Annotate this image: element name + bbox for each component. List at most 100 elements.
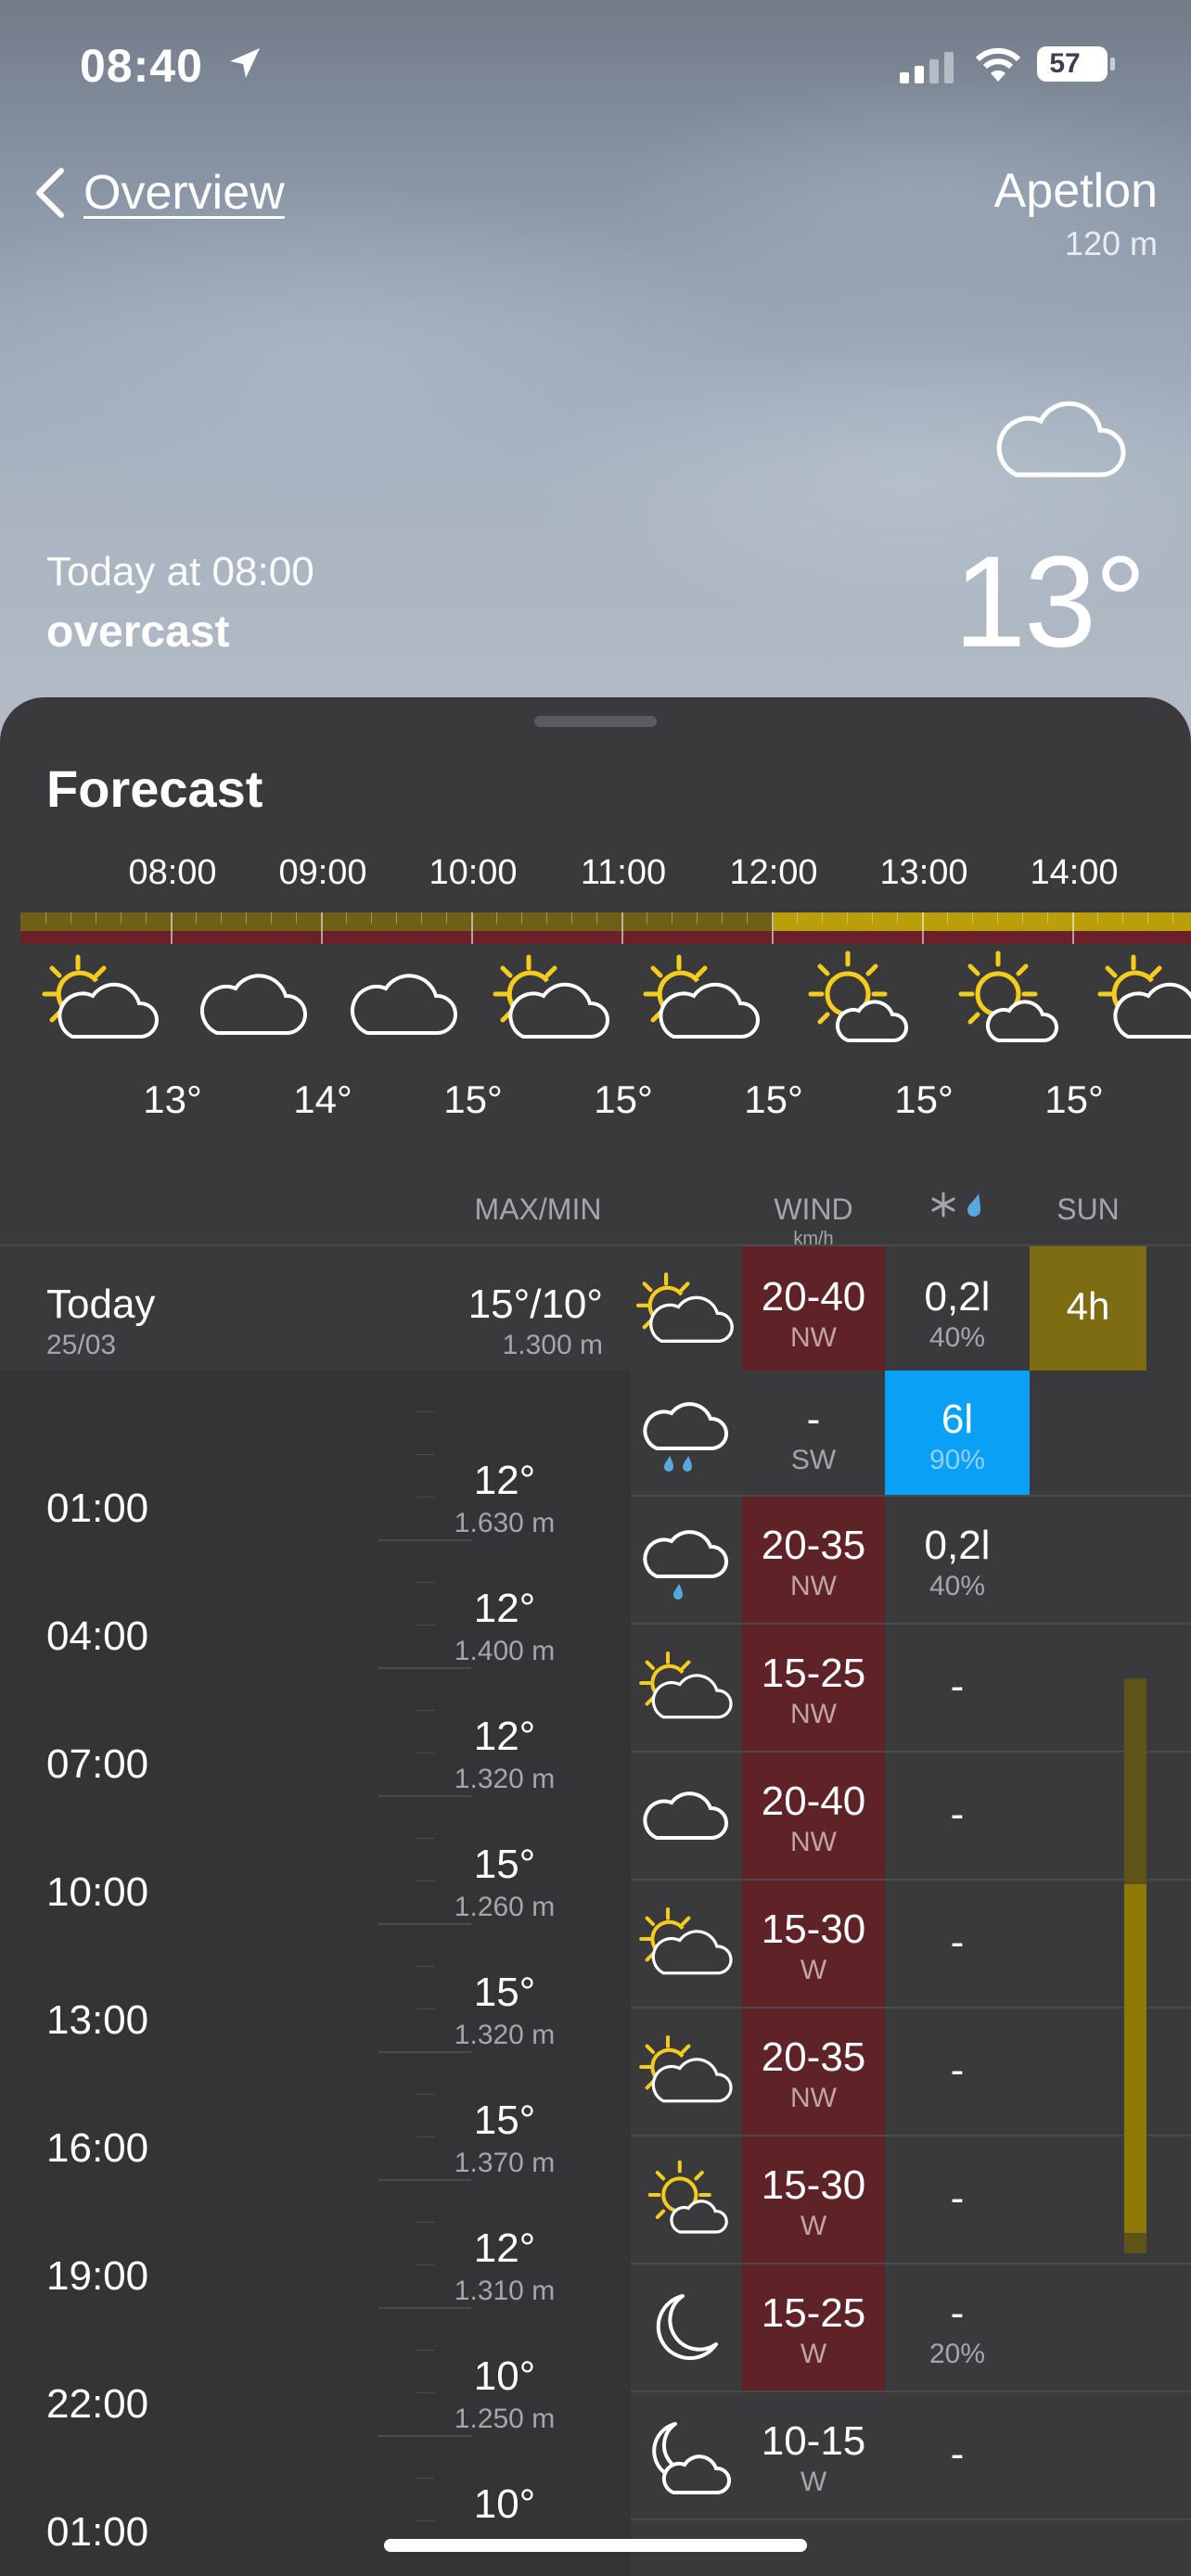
hour-wind: 15-30 W <box>742 2136 885 2263</box>
hour-precipitation: - <box>950 1919 965 1965</box>
detail-temperature: 10° <box>473 2481 536 2527</box>
location-arrow-icon <box>230 48 260 78</box>
detail-temperature: 15° 1.370 m <box>454 2098 556 2178</box>
home-indicator[interactable] <box>384 2539 807 2552</box>
hour-temperature: 15° <box>594 1078 653 1121</box>
maxmin-header: MAX/MIN <box>474 1192 602 1226</box>
hour-wind: 15-25 W <box>742 2264 885 2391</box>
day-sunshine: 4h <box>1030 1246 1146 1372</box>
weather-hero: 08:40 57 Overview Apetlon 120 m Today at… <box>0 0 1191 742</box>
battery-icon: 57 <box>1037 46 1115 82</box>
partly-cloudy-icon <box>1097 954 1191 1039</box>
partly-cloudy-icon <box>493 954 610 1039</box>
current-temperature: 13° <box>954 529 1146 674</box>
day-label: Today <box>46 1282 156 1327</box>
hour-precipitation: -20% <box>928 2290 986 2369</box>
hour-wind: 20-35 NW <box>742 2009 885 2135</box>
detail-hour-label: 07:00 <box>46 1741 149 1787</box>
cellular-signal-icon <box>900 52 954 83</box>
hour-temperature: 15° <box>1044 1078 1104 1121</box>
sun-header: SUN <box>1057 1192 1120 1226</box>
sunshine-vertical-bar <box>1124 1678 1146 2253</box>
detail-hour-label: 13:00 <box>46 1997 149 2043</box>
cloud-icon <box>351 974 458 1035</box>
hour-wind: 20-40 NW <box>742 1753 885 1879</box>
hour-wind: 15-25 NW <box>742 1625 885 1751</box>
raindrop-icon <box>967 1193 981 1217</box>
sheet-grabber[interactable] <box>534 716 657 727</box>
precip-probability: 40% <box>928 1322 986 1353</box>
location-header: Apetlon 120 m <box>994 163 1158 263</box>
precipitation-header <box>885 1191 1030 1225</box>
hour-label: 12:00 <box>729 853 818 892</box>
hour-label: 14:00 <box>1030 853 1119 892</box>
daily-table-header: MAX/MIN WIND km/h SUN <box>0 1174 1191 1250</box>
hour-wind: - SW <box>790 1396 837 1475</box>
day-date: 25/03 <box>46 1330 117 1360</box>
hourly-times: 08:00 09:00 10:00 11:00 12:00 13:00 14:0… <box>0 853 1191 899</box>
detail-temperature: 15° 1.320 m <box>454 1970 556 2050</box>
partly-cloudy-icon <box>643 954 761 1039</box>
hour-wind: 10-15 W <box>761 2418 866 2497</box>
detail-temperature: 15° 1.260 m <box>454 1842 556 1922</box>
wind-header: WIND km/h <box>742 1192 885 1250</box>
forecast-sheet: Forecast 08:00 09:00 10:00 11:00 12:00 1… <box>0 697 1191 2576</box>
drizzle-cloud-icon <box>643 1530 728 1600</box>
status-time: 08:40 <box>80 40 203 92</box>
detail-temperature: 12° 1.320 m <box>454 1714 556 1794</box>
moon-cloud-icon <box>652 2422 731 2494</box>
hour-temperature: 15° <box>744 1078 803 1121</box>
hour-label: 13:00 <box>879 853 968 892</box>
location-altitude: 120 m <box>1064 224 1158 262</box>
day-precipitation: 0,2l 40% <box>885 1246 1030 1372</box>
cloud-icon <box>200 974 308 1035</box>
back-label[interactable]: Overview <box>83 165 285 221</box>
snowflake-icon <box>931 1192 955 1218</box>
back-button[interactable]: Overview <box>33 163 285 223</box>
detail-temperature: 10° 1.250 m <box>454 2353 556 2434</box>
detail-hour-label: 04:00 <box>46 1613 149 1659</box>
detail-temperature: 12° 1.400 m <box>454 1586 556 1666</box>
sun-cloud-icon <box>808 950 909 1042</box>
wifi-icon <box>975 47 1021 82</box>
detail-hour-label: 19:00 <box>46 2253 149 2299</box>
hour-precipitation: - <box>950 1792 965 1837</box>
partly-cloudy-icon <box>639 1907 733 1975</box>
precip-amount: 0,2l <box>924 1274 991 1320</box>
today-row[interactable]: Today 25/03 15°/10° 1.300 m 20-40 NW 0,2… <box>0 1244 1191 1372</box>
wind-speed: 20-40 <box>761 1274 866 1320</box>
hour-temperature: 13° <box>143 1078 202 1121</box>
hour-temperature: 14° <box>293 1078 352 1121</box>
day-maxmin: 15°/10° <box>467 1282 603 1327</box>
hour-precipitation: - <box>950 2175 965 2221</box>
hour-precipitation: - <box>950 2431 965 2477</box>
detail-hour-label: 16:00 <box>46 2125 149 2171</box>
chevron-left-icon <box>36 168 64 218</box>
hour-wind: 20-35 NW <box>742 1497 885 1623</box>
rain-cloud-icon <box>643 1402 728 1472</box>
detail-hour-label: 01:00 <box>46 2509 149 2555</box>
hour-precipitation: - <box>950 1664 965 1709</box>
hour-label: 08:00 <box>128 853 217 892</box>
sun-cloud-icon <box>958 950 1059 1042</box>
hour-label: 11:00 <box>580 853 667 892</box>
hourly-timeline[interactable] <box>20 912 1191 946</box>
hourly-icons <box>0 948 1191 1087</box>
hour-precipitation: - <box>950 2047 965 2093</box>
day-wind: 20-40 NW <box>742 1246 885 1372</box>
hourly-temperatures: 13° 14° 15° 15° 15° 15° 15° <box>0 1078 1191 1133</box>
forecast-title: Forecast <box>46 759 263 818</box>
hour-temperature: 15° <box>443 1078 503 1121</box>
location-name: Apetlon <box>993 164 1158 218</box>
hour-wind: 15-30 W <box>742 1881 885 2007</box>
hour-precipitation: 0,2l 40% <box>924 1523 991 1601</box>
battery-level: 57 <box>1049 48 1081 79</box>
detail-hour-label: 10:00 <box>46 1869 149 1915</box>
detail-temperature: 12° 1.310 m <box>454 2225 556 2306</box>
partly-cloudy-icon <box>639 1651 733 1719</box>
hour-label: 10:00 <box>429 853 518 892</box>
moon-icon <box>656 2294 718 2361</box>
partly-cloudy-icon <box>639 2035 733 2103</box>
sun-cloud-icon <box>647 2160 728 2234</box>
hour-temperature: 15° <box>894 1078 954 1121</box>
